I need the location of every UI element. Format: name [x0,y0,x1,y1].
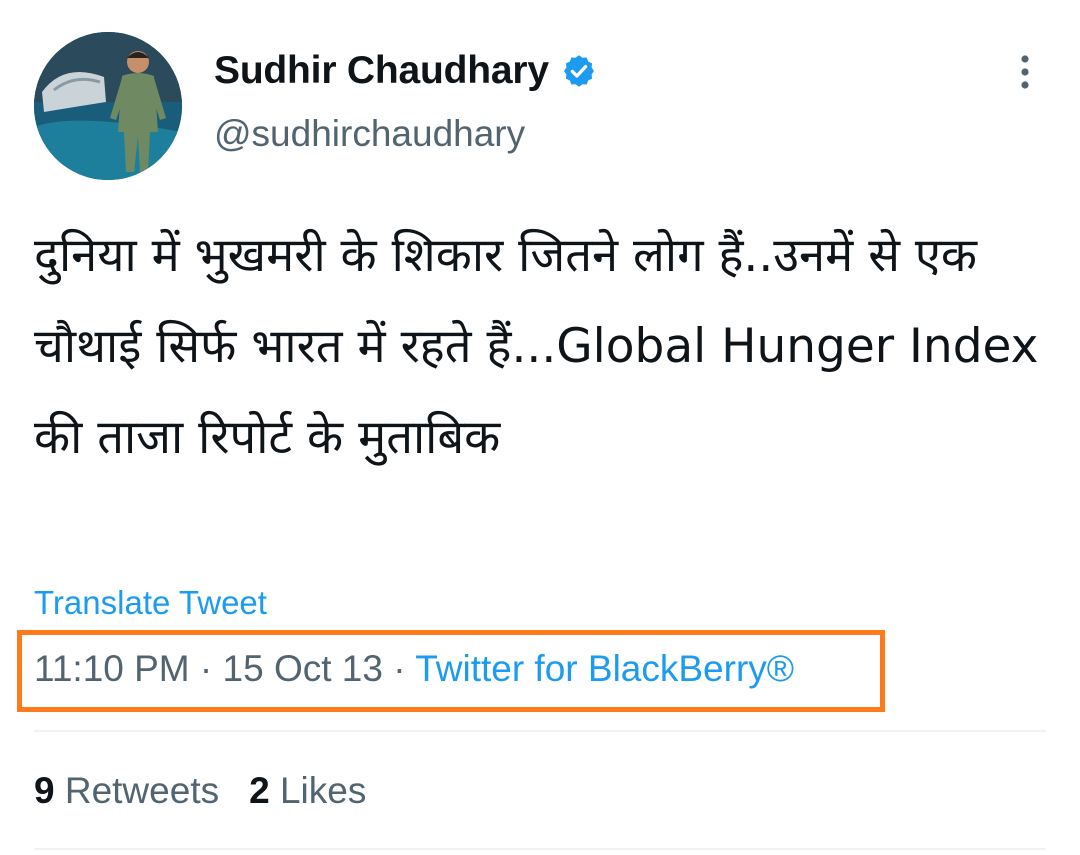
avatar[interactable] [34,32,182,180]
likes-count: 2 [249,770,270,811]
translate-tweet-link[interactable]: Translate Tweet [34,584,267,622]
more-options-icon[interactable] [1010,52,1040,92]
tweet-source-link[interactable]: Twitter for BlackBerry® [415,648,794,689]
avatar-photo [34,32,182,180]
user-handle[interactable]: @sudhirchaudhary [214,113,525,155]
likes-label: Likes [279,770,367,811]
separator: · [199,648,213,689]
tweet-metadata: 11:10 PM · 15 Oct 13 · Twitter for Black… [34,648,794,690]
tweet-date[interactable]: 15 Oct 13 [223,648,383,689]
display-name[interactable]: Sudhir Chaudhary [214,49,549,93]
retweets-label: Retweets [64,770,220,811]
divider [34,730,1046,732]
tweet-time[interactable]: 11:10 PM [34,648,190,689]
separator: · [393,648,406,689]
retweets-stat[interactable]: 9 Retweets [34,770,219,811]
user-name-row[interactable]: Sudhir Chaudhary [214,46,597,96]
verified-badge-icon [561,53,597,89]
tweet-text: दुनिया में भुखमरी के शिकार जितने लोग हैं… [34,228,1054,465]
tweet-stats: 9 Retweets 2 Likes [34,770,366,812]
divider [34,848,1046,850]
likes-stat[interactable]: 2 Likes [249,770,366,811]
retweets-count: 9 [34,770,55,811]
